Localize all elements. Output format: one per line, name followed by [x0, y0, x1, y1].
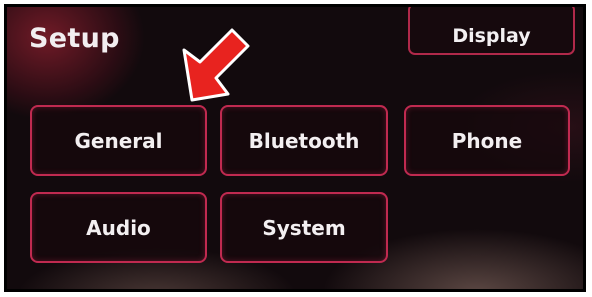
general-button[interactable]: General [30, 105, 207, 176]
phone-button[interactable]: Phone [404, 105, 570, 176]
system-button[interactable]: System [220, 192, 388, 263]
screen-title: Setup [29, 23, 120, 54]
display-button[interactable]: Display [408, 7, 575, 55]
bluetooth-button[interactable]: Bluetooth [220, 105, 388, 176]
setup-screen: Setup Display General Bluetooth Phone Au… [4, 4, 586, 292]
red-arrow-icon [182, 28, 250, 102]
audio-button[interactable]: Audio [30, 192, 207, 263]
